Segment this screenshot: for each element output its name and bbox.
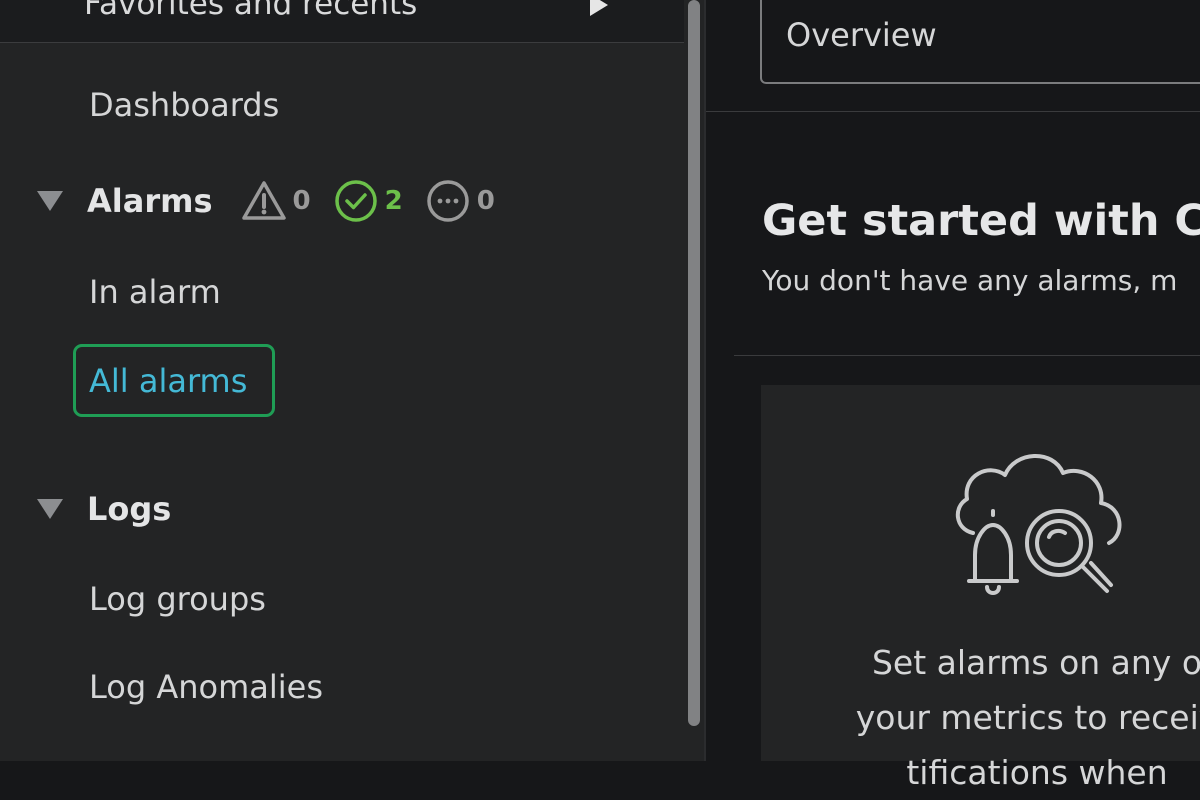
in-alarm-count[interactable]: 0 xyxy=(241,180,311,222)
alarm-info-line-3: tifications when xyxy=(906,753,1168,792)
alarms-section-title: Alarms xyxy=(87,182,213,220)
sidebar-item-in-alarm[interactable]: In alarm xyxy=(89,273,221,311)
caret-down-icon[interactable] xyxy=(37,191,63,211)
caret-down-icon[interactable] xyxy=(37,499,63,519)
insufficient-data-count-value: 0 xyxy=(476,186,495,216)
alarm-info-card: Set alarms on any o your metrics to rece… xyxy=(761,385,1200,792)
insufficient-data-count[interactable]: 0 xyxy=(425,178,495,224)
main-content: Overview Get started with Clo You don't … xyxy=(706,0,1200,792)
alarms-section-header[interactable]: Alarms 0 2 0 xyxy=(37,178,517,224)
favorites-label: Favorites and recents xyxy=(84,0,418,22)
ok-count[interactable]: 2 xyxy=(333,178,403,224)
sidebar-item-log-anomalies[interactable]: Log Anomalies xyxy=(89,668,323,706)
sidebar-item-all-alarms[interactable]: All alarms xyxy=(73,344,275,417)
header-divider xyxy=(706,111,1200,112)
get-started-title: Get started with Clo xyxy=(762,196,1200,246)
all-alarms-label: All alarms xyxy=(89,362,248,400)
sidebar-scrollbar-thumb[interactable] xyxy=(688,0,700,726)
favorites-and-recents-row[interactable]: Favorites and recents xyxy=(0,0,684,43)
sidebar-item-dashboards[interactable]: Dashboards xyxy=(89,86,279,124)
check-circle-icon xyxy=(334,180,377,222)
alarm-status-counts: 0 2 0 xyxy=(241,178,517,224)
panel-divider-line xyxy=(734,355,1200,356)
warning-icon xyxy=(241,181,286,220)
caret-right-icon[interactable] xyxy=(590,0,608,16)
view-select[interactable]: Overview xyxy=(760,0,1200,84)
get-started-subtitle: You don't have any alarms, m xyxy=(762,264,1178,297)
view-select-value: Overview xyxy=(786,16,937,54)
alarm-info-line-1: Set alarms on any o xyxy=(871,643,1200,682)
logs-section-header[interactable]: Logs xyxy=(37,490,171,528)
in-alarm-count-value: 0 xyxy=(292,186,311,216)
sidebar-item-log-groups[interactable]: Log groups xyxy=(89,580,266,618)
alarm-info-line-2: your metrics to receiv xyxy=(855,698,1200,737)
sidebar: Favorites and recents Dashboards Alarms … xyxy=(0,0,684,761)
cloud-alarm-search-icon xyxy=(956,454,1122,595)
ok-count-value: 2 xyxy=(384,186,403,216)
ellipsis-circle-icon xyxy=(426,180,469,222)
logs-section-title: Logs xyxy=(87,490,172,528)
alarm-info-text: Set alarms on any o your metrics to rece… xyxy=(837,635,1200,800)
